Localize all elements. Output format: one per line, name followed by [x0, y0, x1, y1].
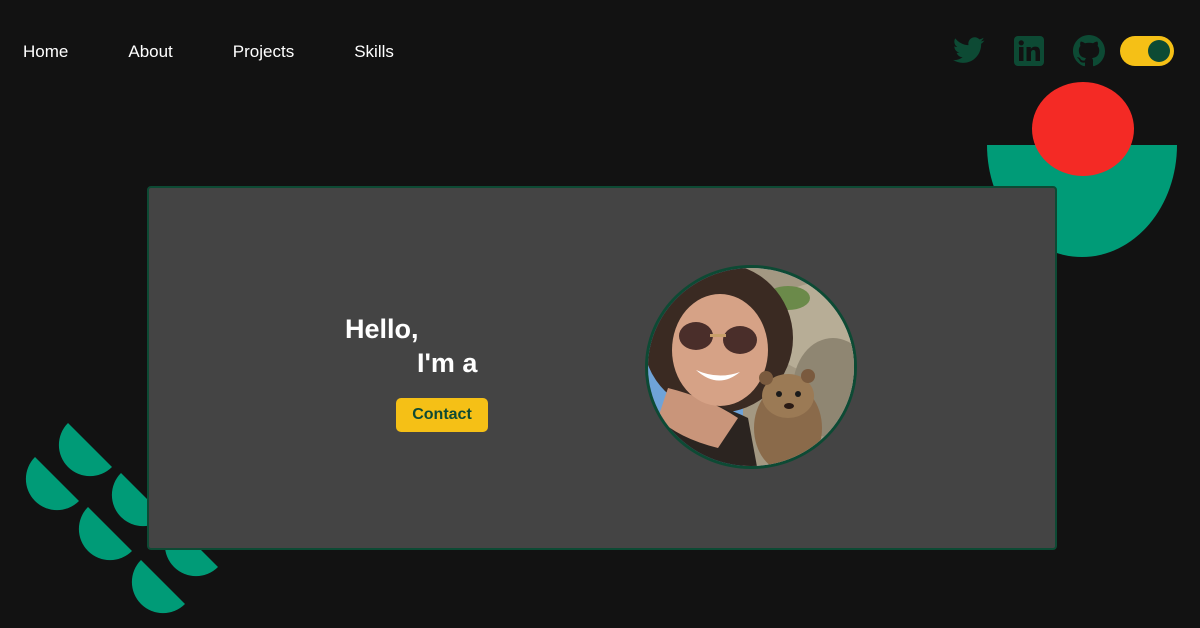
- nav-about-link[interactable]: About: [128, 42, 172, 62]
- nav-skills-link[interactable]: Skills: [354, 42, 394, 62]
- nav-projects-link[interactable]: Projects: [233, 42, 294, 62]
- profile-photo: [645, 265, 857, 469]
- theme-toggle[interactable]: [1120, 36, 1174, 66]
- portfolio-page: Home About Projects Skills Hello, I'm a …: [0, 0, 1200, 628]
- main-nav: Home About Projects Skills: [23, 42, 394, 62]
- toggle-knob: [1148, 40, 1170, 62]
- greeting-line-1: Hello,: [345, 314, 419, 344]
- linkedin-icon[interactable]: [1012, 34, 1046, 68]
- twitter-icon[interactable]: [952, 34, 986, 68]
- greeting-line-2: I'm a: [417, 348, 478, 378]
- hero-card: Hello, I'm a Contact: [147, 186, 1057, 550]
- github-icon[interactable]: [1072, 34, 1106, 68]
- social-links: [952, 34, 1174, 68]
- decorative-red-circle: [1032, 82, 1134, 176]
- nav-home-link[interactable]: Home: [23, 42, 68, 62]
- contact-button[interactable]: Contact: [396, 398, 488, 432]
